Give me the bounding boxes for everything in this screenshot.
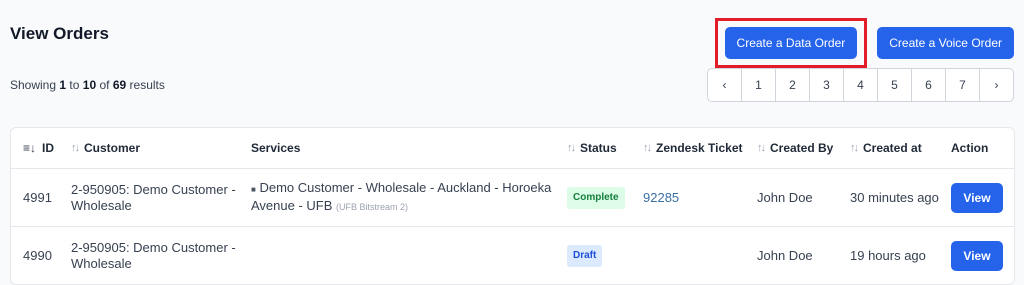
order-services: ■ Demo Customer - Wholesale - Auckland -… (251, 180, 567, 215)
results-suffix: results (129, 78, 165, 92)
order-customer: 2-950905: Demo Customer - Wholesale (71, 181, 236, 213)
order-id: 4990 (23, 247, 52, 263)
results-summary: Showing 1 to 10 of 69 results (10, 78, 165, 92)
order-created-by: John Doe (757, 189, 813, 205)
orders-table: ≡↓ ID ↑↓ Customer Services ↑↓ Status ↑↓ … (10, 127, 1015, 285)
header-actions: Create a Data Order Create a Voice Order (714, 18, 1014, 68)
page-button-6[interactable]: 6 (912, 69, 946, 101)
highlight-box: Create a Data Order (714, 18, 868, 68)
sort-arrows-icon: ↑↓ (643, 142, 652, 154)
column-header-customer[interactable]: ↑↓ Customer (71, 141, 251, 155)
chevron-right-icon: › (994, 78, 999, 92)
order-customer: 2-950905: Demo Customer - Wholesale (71, 239, 236, 271)
sort-arrows-icon: ↑↓ (850, 142, 859, 154)
sort-arrows-icon: ↑↓ (757, 142, 766, 154)
service-icon: ■ (251, 185, 256, 194)
order-status: Complete (567, 186, 643, 209)
pagination-prev[interactable]: ‹ (708, 69, 742, 101)
sort-arrows-icon: ↑↓ (567, 142, 576, 154)
create-voice-order-button[interactable]: Create a Voice Order (877, 27, 1014, 59)
order-action: View (951, 240, 1013, 271)
order-created-by: John Doe (757, 247, 813, 263)
column-header-services: Services (251, 141, 301, 155)
order-id: 4991 (23, 189, 52, 205)
page-button-3[interactable]: 3 (810, 69, 844, 101)
table-row: 4991 2-950905: Demo Customer - Wholesale… (11, 169, 1014, 227)
column-header-zendesk-ticket[interactable]: ↑↓ Zendesk Ticket (643, 141, 757, 155)
page-title: View Orders (10, 24, 109, 43)
sort-arrows-icon: ↑↓ (71, 142, 80, 154)
chevron-left-icon: ‹ (722, 78, 727, 92)
page-button-1[interactable]: 1 (742, 69, 776, 101)
create-data-order-button[interactable]: Create a Data Order (724, 27, 858, 59)
page-button-4[interactable]: 4 (844, 69, 878, 101)
results-total: 69 (112, 78, 127, 92)
column-header-created-by[interactable]: ↑↓ Created By (757, 141, 850, 155)
view-order-button[interactable]: View (951, 240, 1003, 271)
order-created-at: 19 hours ago (850, 247, 926, 263)
page-button-2[interactable]: 2 (776, 69, 810, 101)
column-header-created-at[interactable]: ↑↓ Created at (850, 141, 951, 155)
sort-list-icon: ≡↓ (23, 141, 37, 155)
column-header-id[interactable]: ≡↓ ID (11, 141, 71, 155)
results-prefix: Showing (10, 78, 57, 92)
page-button-7[interactable]: 7 (946, 69, 980, 101)
pagination-next[interactable]: › (980, 69, 1013, 101)
results-from: 1 (59, 78, 67, 92)
order-created-at: 30 minutes ago (850, 189, 939, 205)
page-button-5[interactable]: 5 (878, 69, 912, 101)
order-ticket: 92285 (643, 190, 757, 206)
table-row: 4990 2-950905: Demo Customer - Wholesale… (11, 227, 1014, 284)
table-header-row: ≡↓ ID ↑↓ Customer Services ↑↓ Status ↑↓ … (11, 128, 1014, 169)
service-type: (UFB Bitstream 2) (336, 202, 409, 212)
results-to-word: to (69, 78, 80, 92)
results-of-word: of (99, 78, 110, 92)
column-header-status[interactable]: ↑↓ Status (567, 141, 643, 155)
status-badge: Complete (567, 186, 625, 209)
order-action: View (951, 182, 1013, 213)
column-header-action: Action (951, 141, 989, 155)
status-badge: Draft (567, 244, 603, 267)
order-status: Draft (567, 244, 643, 267)
zendesk-ticket-link[interactable]: 92285 (643, 190, 679, 205)
view-order-button[interactable]: View (951, 182, 1003, 213)
results-to: 10 (82, 78, 97, 92)
pagination: ‹ 1 2 3 4 5 6 7 › (707, 68, 1014, 102)
